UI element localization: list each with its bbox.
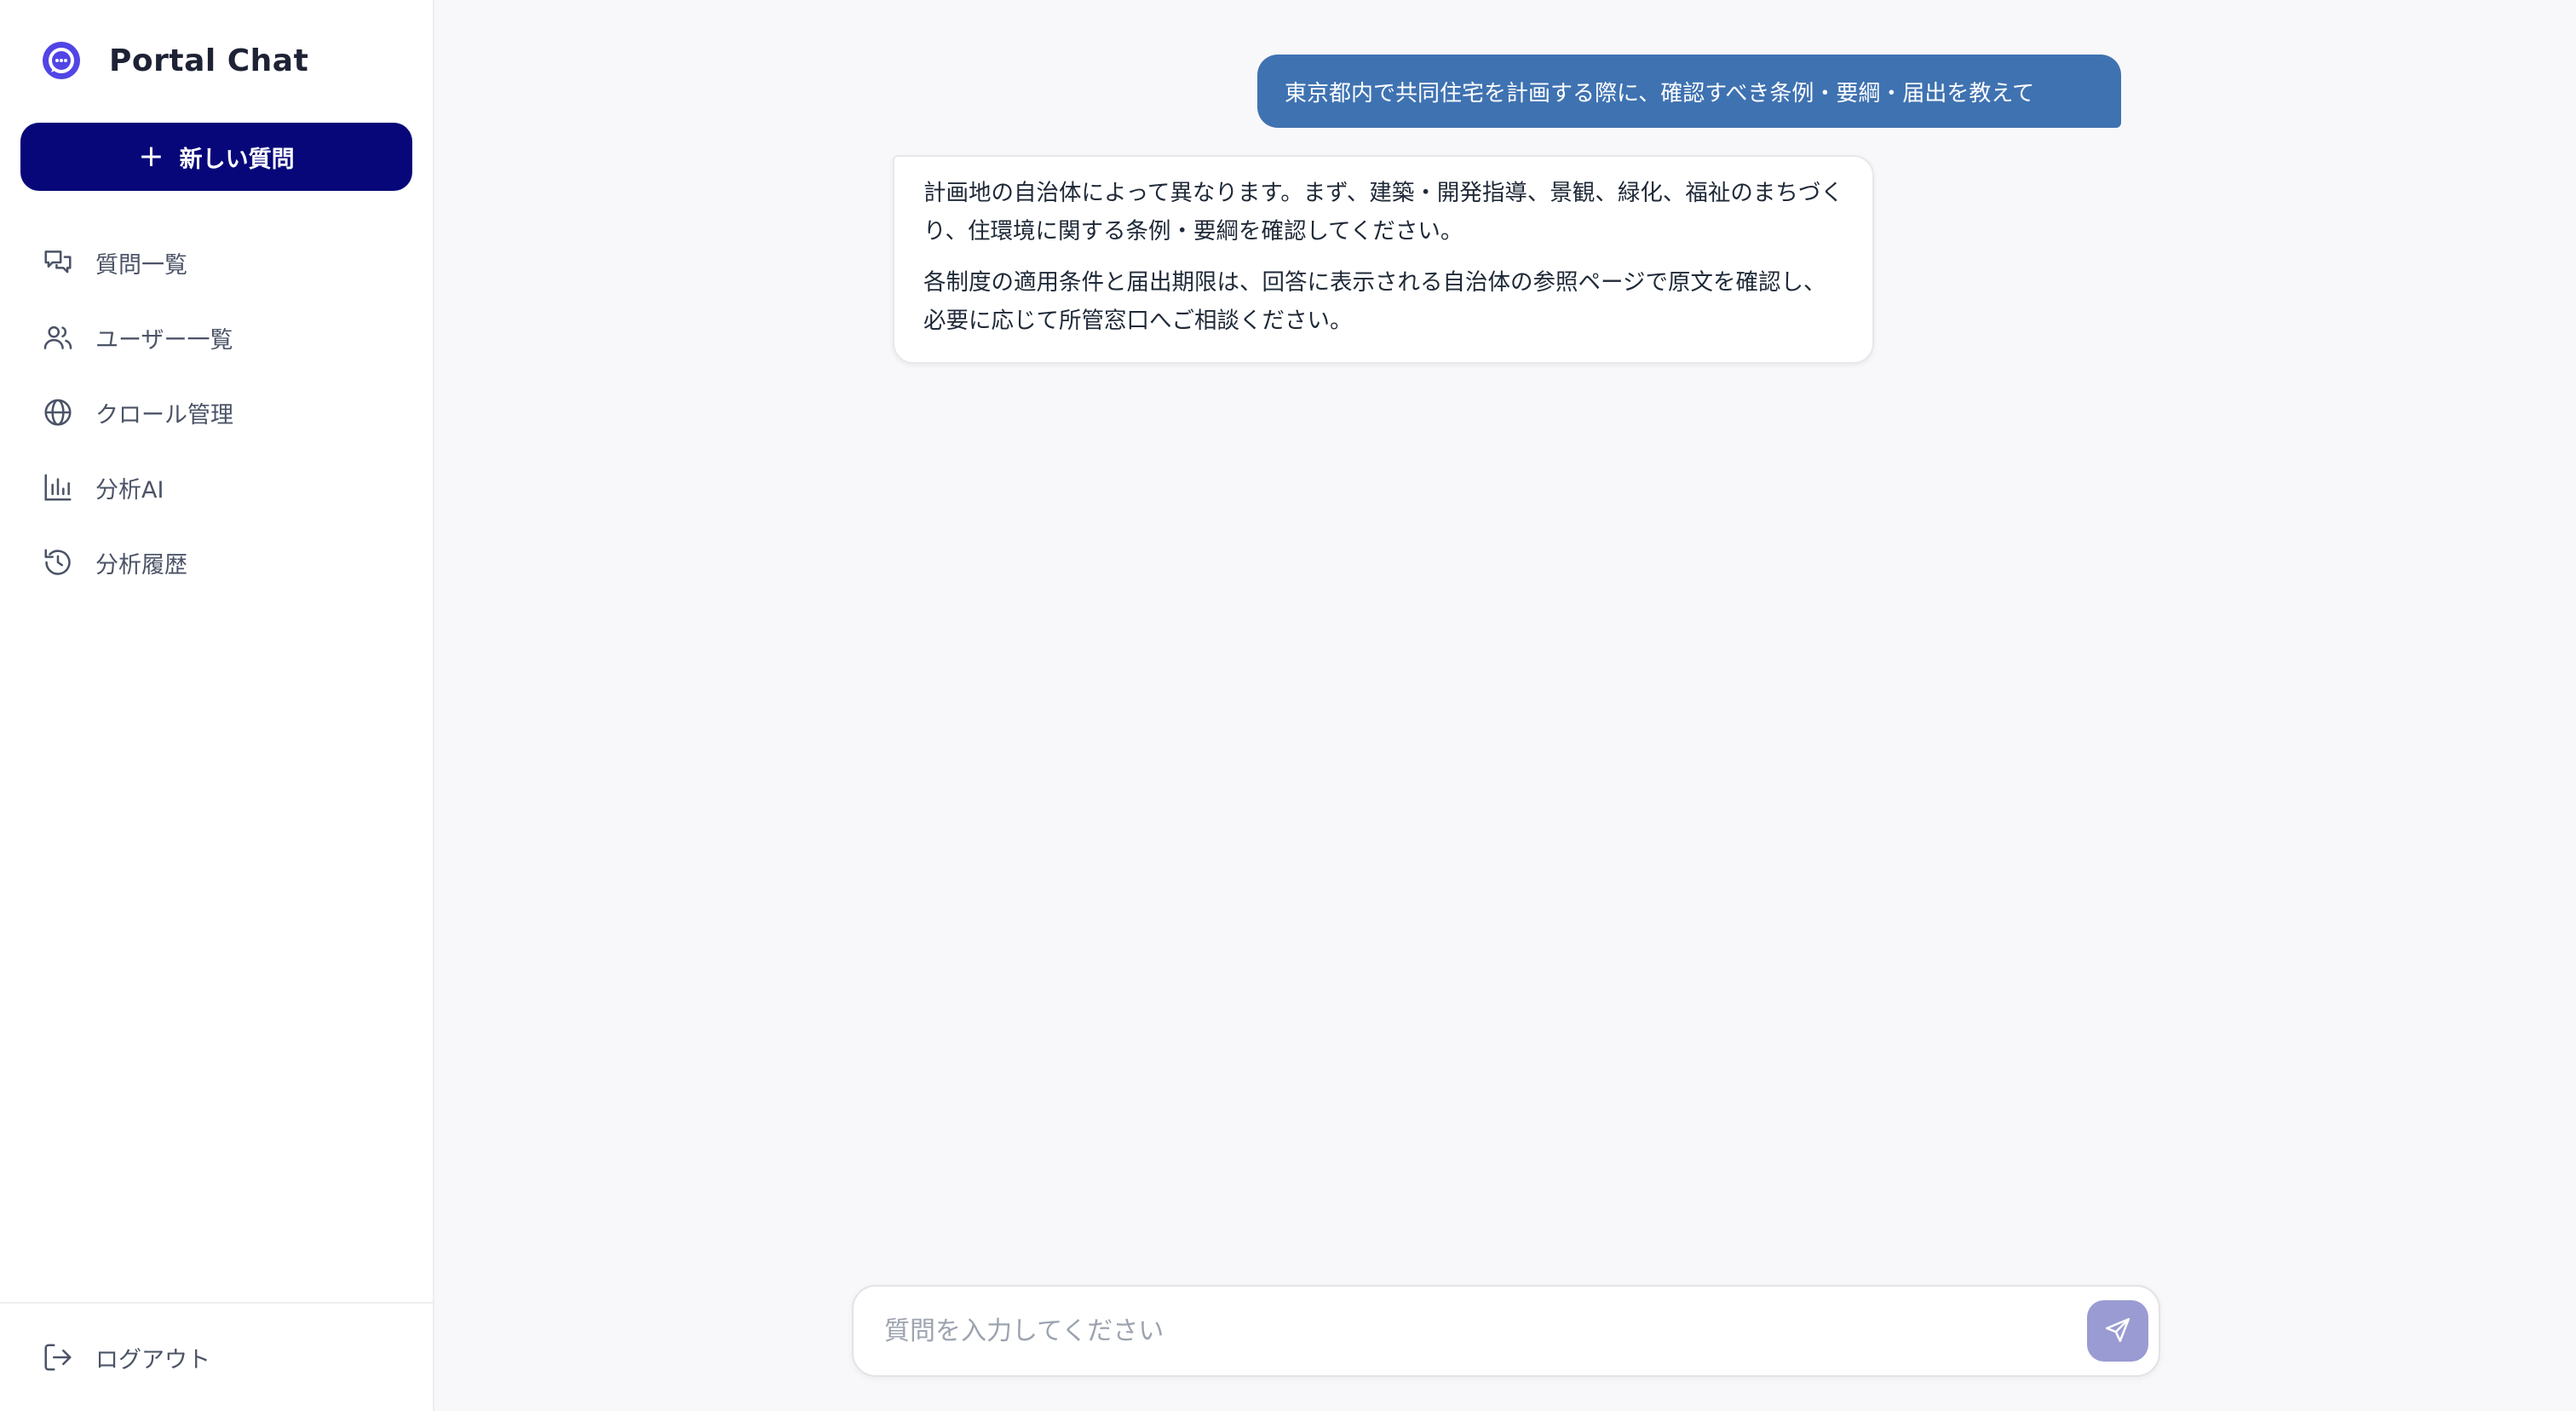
new-question-button[interactable]: + 新しい質問 [20,123,412,191]
history-icon [41,545,75,579]
user-message: 東京都内で共同住宅を計画する際に、確認すべき条例・要綱・届出を教えて [1257,55,2121,128]
sidebar-item-analysis-ai[interactable]: 分析AI [0,450,433,525]
assistant-paragraph: 計画地の自治体によって異なります。まず、建築・開発指導、景観、緑化、福祉のまちづ… [923,180,1843,245]
plus-icon: + [138,139,164,174]
sidebar-footer: ログアウト [0,1302,433,1411]
sidebar-item-label: ユーザー一覧 [95,326,233,354]
assistant-paragraph: 各制度の適用条件と届出期限は、回答に表示される自治体の参照ページで原文を確認し、… [923,269,1826,334]
sidebar-item-label: 質問一覧 [95,251,187,279]
bar-chart-icon [41,470,75,504]
brand: Portal Chat [0,31,433,90]
app-name: Portal Chat [109,43,309,78]
sidebar-item-users[interactable]: ユーザー一覧 [0,300,433,375]
sidebar-item-questions[interactable]: 質問一覧 [0,225,433,300]
logout-icon [41,1340,75,1374]
chat-bubbles-icon [41,245,75,279]
sidebar-item-analysis-history[interactable]: 分析履歴 [0,525,433,600]
sidebar-item-label: 分析履歴 [95,551,187,579]
chat-logo-icon [39,38,83,83]
send-button[interactable] [2087,1300,2148,1362]
sidebar-item-crawl[interactable]: クロール管理 [0,375,433,450]
composer [852,1285,2160,1377]
assistant-message: 計画地の自治体によって異なります。まず、建築・開発指導、景観、緑化、福祉のまちづ… [893,155,1874,364]
app-root: Portal Chat + 新しい質問 質問一覧 ユーザー一覧 クロール管理 分… [0,0,2576,1411]
new-question-label: 新しい質問 [179,146,295,173]
sidebar-item-label: 分析AI [95,476,164,504]
sidebar: Portal Chat + 新しい質問 質問一覧 ユーザー一覧 クロール管理 分… [0,0,434,1411]
chat-main: 東京都内で共同住宅を計画する際に、確認すべき条例・要綱・届出を教えて 計画地の自… [434,0,2576,1411]
globe-icon [41,395,75,429]
sidebar-nav: 質問一覧 ユーザー一覧 クロール管理 分析AI 分析履歴 [0,225,433,600]
users-icon [41,320,75,354]
send-icon [2103,1316,2132,1347]
logout-label: ログアウト [95,1346,210,1374]
logout-button[interactable]: ログアウト [0,1320,433,1395]
question-input[interactable] [884,1316,2087,1346]
sidebar-item-label: クロール管理 [95,401,233,429]
